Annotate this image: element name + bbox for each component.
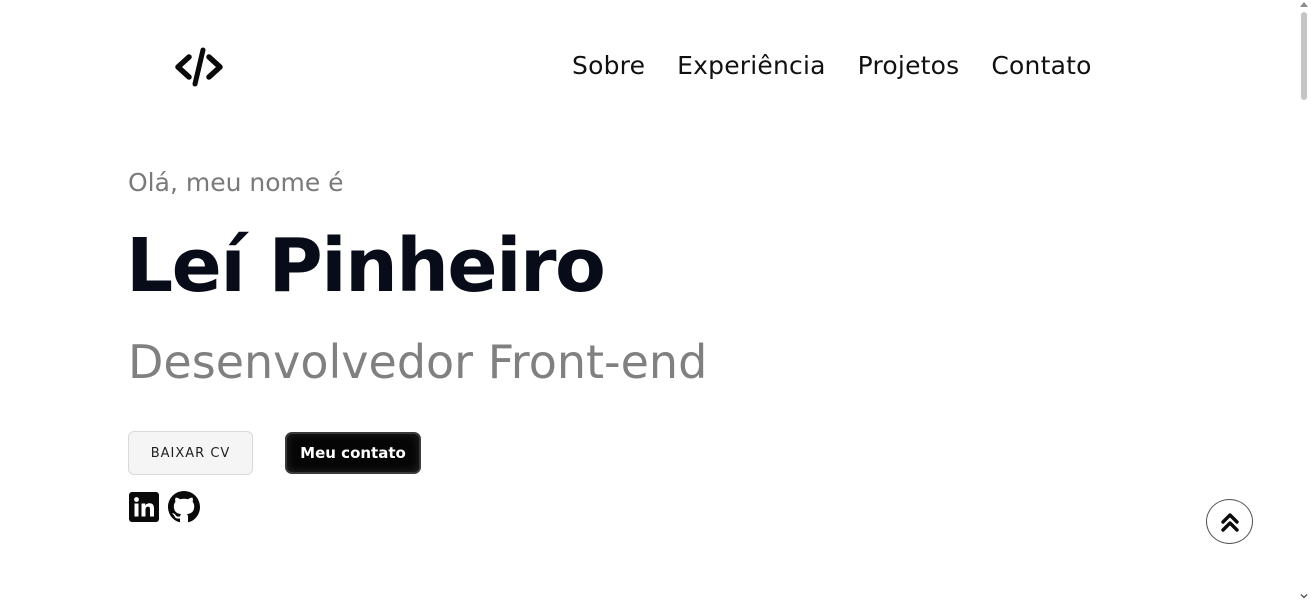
double-chevron-up-icon [1220, 512, 1239, 532]
scrollbar-thumb[interactable] [1301, 12, 1307, 100]
nav-item-experiencia[interactable]: Experiência [677, 48, 826, 84]
nav-item-projetos[interactable]: Projetos [858, 48, 960, 84]
page: Sobre Experiência Projetos Contato Olá, … [0, 0, 1311, 604]
download-cv-button[interactable]: BAIXAR CV [128, 431, 253, 475]
linkedin-icon[interactable] [129, 492, 159, 522]
scroll-up-icon[interactable] [1300, 2, 1308, 7]
nav-item-sobre[interactable]: Sobre [572, 48, 645, 84]
scroll-down-icon[interactable] [1300, 592, 1308, 600]
contact-button[interactable]: Meu contato [285, 432, 421, 474]
nav-item-contato[interactable]: Contato [991, 48, 1091, 84]
back-to-top-button[interactable] [1206, 499, 1253, 544]
code-brackets-icon[interactable] [174, 46, 224, 88]
hero-name: Leí Pinheiro [126, 223, 606, 309]
vertical-scrollbar[interactable] [1297, 0, 1311, 604]
hero-role: Desenvolvedor Front-end [128, 335, 708, 389]
github-icon[interactable] [168, 491, 200, 523]
main-nav: Sobre Experiência Projetos Contato [572, 48, 1092, 84]
hero-greeting: Olá, meu nome é [128, 168, 344, 197]
